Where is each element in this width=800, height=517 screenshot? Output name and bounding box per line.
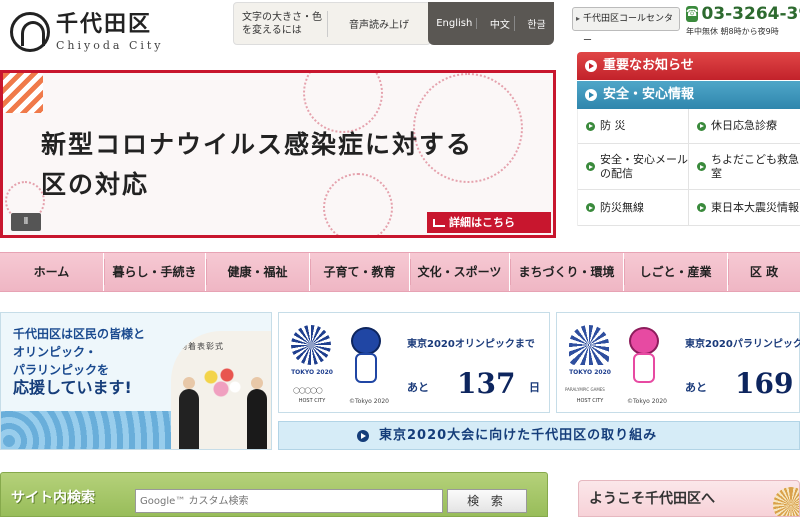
accessibility-tools: 文字の大きさ・色を変えるには 音声読み上げ — [233, 2, 431, 45]
paralympic-emblem-icon — [569, 325, 609, 365]
olympic-initiatives-link[interactable]: 東京2020大会に向けた千代田区の取り組み — [278, 421, 800, 450]
phone-icon: ☎ — [686, 6, 699, 22]
olympic-rings-icon: ◯◯◯◯◯ — [293, 387, 323, 394]
olympic-emblem-icon — [291, 325, 331, 365]
someity-mascot-icon — [619, 327, 669, 387]
lang-english[interactable]: English — [432, 18, 478, 29]
language-switcher: English 中文 한글 — [428, 2, 554, 45]
logo-mark-icon — [10, 12, 50, 52]
olympic-days-count: 137 — [457, 367, 516, 400]
nav-government[interactable]: 区 政 — [728, 253, 800, 291]
olympic-support-banner[interactable]: 千代田区は区民の皆様と オリンピック・ パラリンピックを 応援しています! 到着… — [0, 312, 272, 450]
nav-work[interactable]: しごと・産業 — [624, 253, 729, 291]
info-panel: 重要なお知らせ 安全・安心情報 防 災 休日応急診療 安全・安心メールの配信 ち… — [577, 52, 800, 237]
nav-health[interactable]: 健康・福祉 — [206, 253, 311, 291]
nav-culture[interactable]: 文化・スポーツ — [410, 253, 511, 291]
site-search: サイト内検索 検 索 — [0, 472, 548, 517]
main-navigation: ホーム 暮らし・手続き 健康・福祉 子育て・教育 文化・スポーツ まちづくり・環… — [0, 252, 800, 292]
arrow-right-icon — [585, 89, 597, 101]
font-size-color-link[interactable]: 文字の大きさ・色を変えるには — [234, 10, 328, 37]
link-kids-emergency[interactable]: ちよだこども救急室 — [689, 144, 800, 190]
voice-readout-link[interactable]: 音声読み上げ — [328, 16, 430, 31]
olympic-countdown-title: 東京2020オリンピックまで — [407, 339, 535, 350]
search-button[interactable]: 検 索 — [447, 489, 527, 513]
link-disaster-radio[interactable]: 防災無線 — [578, 190, 689, 226]
lang-korean[interactable]: 한글 — [523, 16, 549, 31]
important-notice-header[interactable]: 重要なお知らせ — [577, 52, 800, 80]
phone-hours: 年中無休 朝8時から夜9時 — [686, 27, 779, 36]
nav-education[interactable]: 子育て・教育 — [310, 253, 411, 291]
search-label: サイト内検索 — [11, 490, 95, 506]
phone-number: 03-3264-39 — [701, 4, 800, 24]
lang-chinese[interactable]: 中文 — [486, 16, 515, 31]
flowers-image — [201, 365, 243, 399]
search-input[interactable] — [135, 489, 443, 513]
nav-town[interactable]: まちづくり・環境 — [510, 253, 625, 291]
nav-home[interactable]: ホーム — [0, 253, 105, 291]
welcome-banner[interactable]: ようこそ千代田区へ — [578, 480, 800, 517]
paralympic-days-count: 169 — [735, 367, 794, 400]
arrow-right-icon — [357, 430, 369, 442]
banner-stripe-decoration — [3, 73, 43, 113]
safety-info-header[interactable]: 安全・安心情報 — [577, 81, 800, 109]
olympic-countdown-card[interactable]: TOKYO 2020 ◯◯◯◯◯ HOST CITY ©Tokyo 2020 東… — [278, 312, 550, 413]
logo-name-en: Chiyoda City — [56, 38, 164, 52]
covid-banner[interactable]: 新型コロナウイルス感染症に対する 区の対応 Ⅱ 詳細はこちら — [0, 70, 556, 238]
virus-decoration-icon — [303, 73, 383, 133]
paralympic-countdown-card[interactable]: TOKYO 2020 PARALYMPIC GAMES HOST CITY ©T… — [556, 312, 800, 413]
safety-links-grid: 防 災 休日応急診療 安全・安心メールの配信 ちよだこども救急室 防災無線 東日… — [577, 109, 800, 226]
fan-icon — [773, 487, 799, 516]
site-logo[interactable]: 千代田区 Chiyoda City — [10, 12, 164, 52]
link-earthquake-info[interactable]: 東日本大震災情報 — [689, 190, 800, 226]
detail-link-button[interactable]: 詳細はこちら — [427, 212, 551, 233]
person-figure — [179, 377, 199, 449]
paralympic-countdown-title: 東京2020パラリンピックまで — [685, 339, 800, 350]
arrow-right-icon — [585, 60, 597, 72]
banner-title: 新型コロナウイルス感染症に対する 区の対応 — [41, 130, 474, 199]
miraitowa-mascot-icon — [341, 327, 391, 387]
person-figure — [247, 377, 267, 449]
phone-info: ☎ 03-3264-39 年中無休 朝8時から夜9時 — [686, 4, 800, 37]
pause-icon[interactable]: Ⅱ — [11, 213, 41, 231]
call-center-link[interactable]: 千代田区コールセンター — [572, 7, 680, 46]
ceremony-photo: 到着表彰式 — [171, 331, 271, 449]
nav-living[interactable]: 暮らし・手続き — [104, 253, 207, 291]
link-disaster-prevention[interactable]: 防 災 — [578, 109, 689, 144]
link-safety-mail[interactable]: 安全・安心メールの配信 — [578, 144, 689, 190]
logo-name-ja: 千代田区 — [56, 11, 153, 37]
link-holiday-clinic[interactable]: 休日応急診療 — [689, 109, 800, 144]
